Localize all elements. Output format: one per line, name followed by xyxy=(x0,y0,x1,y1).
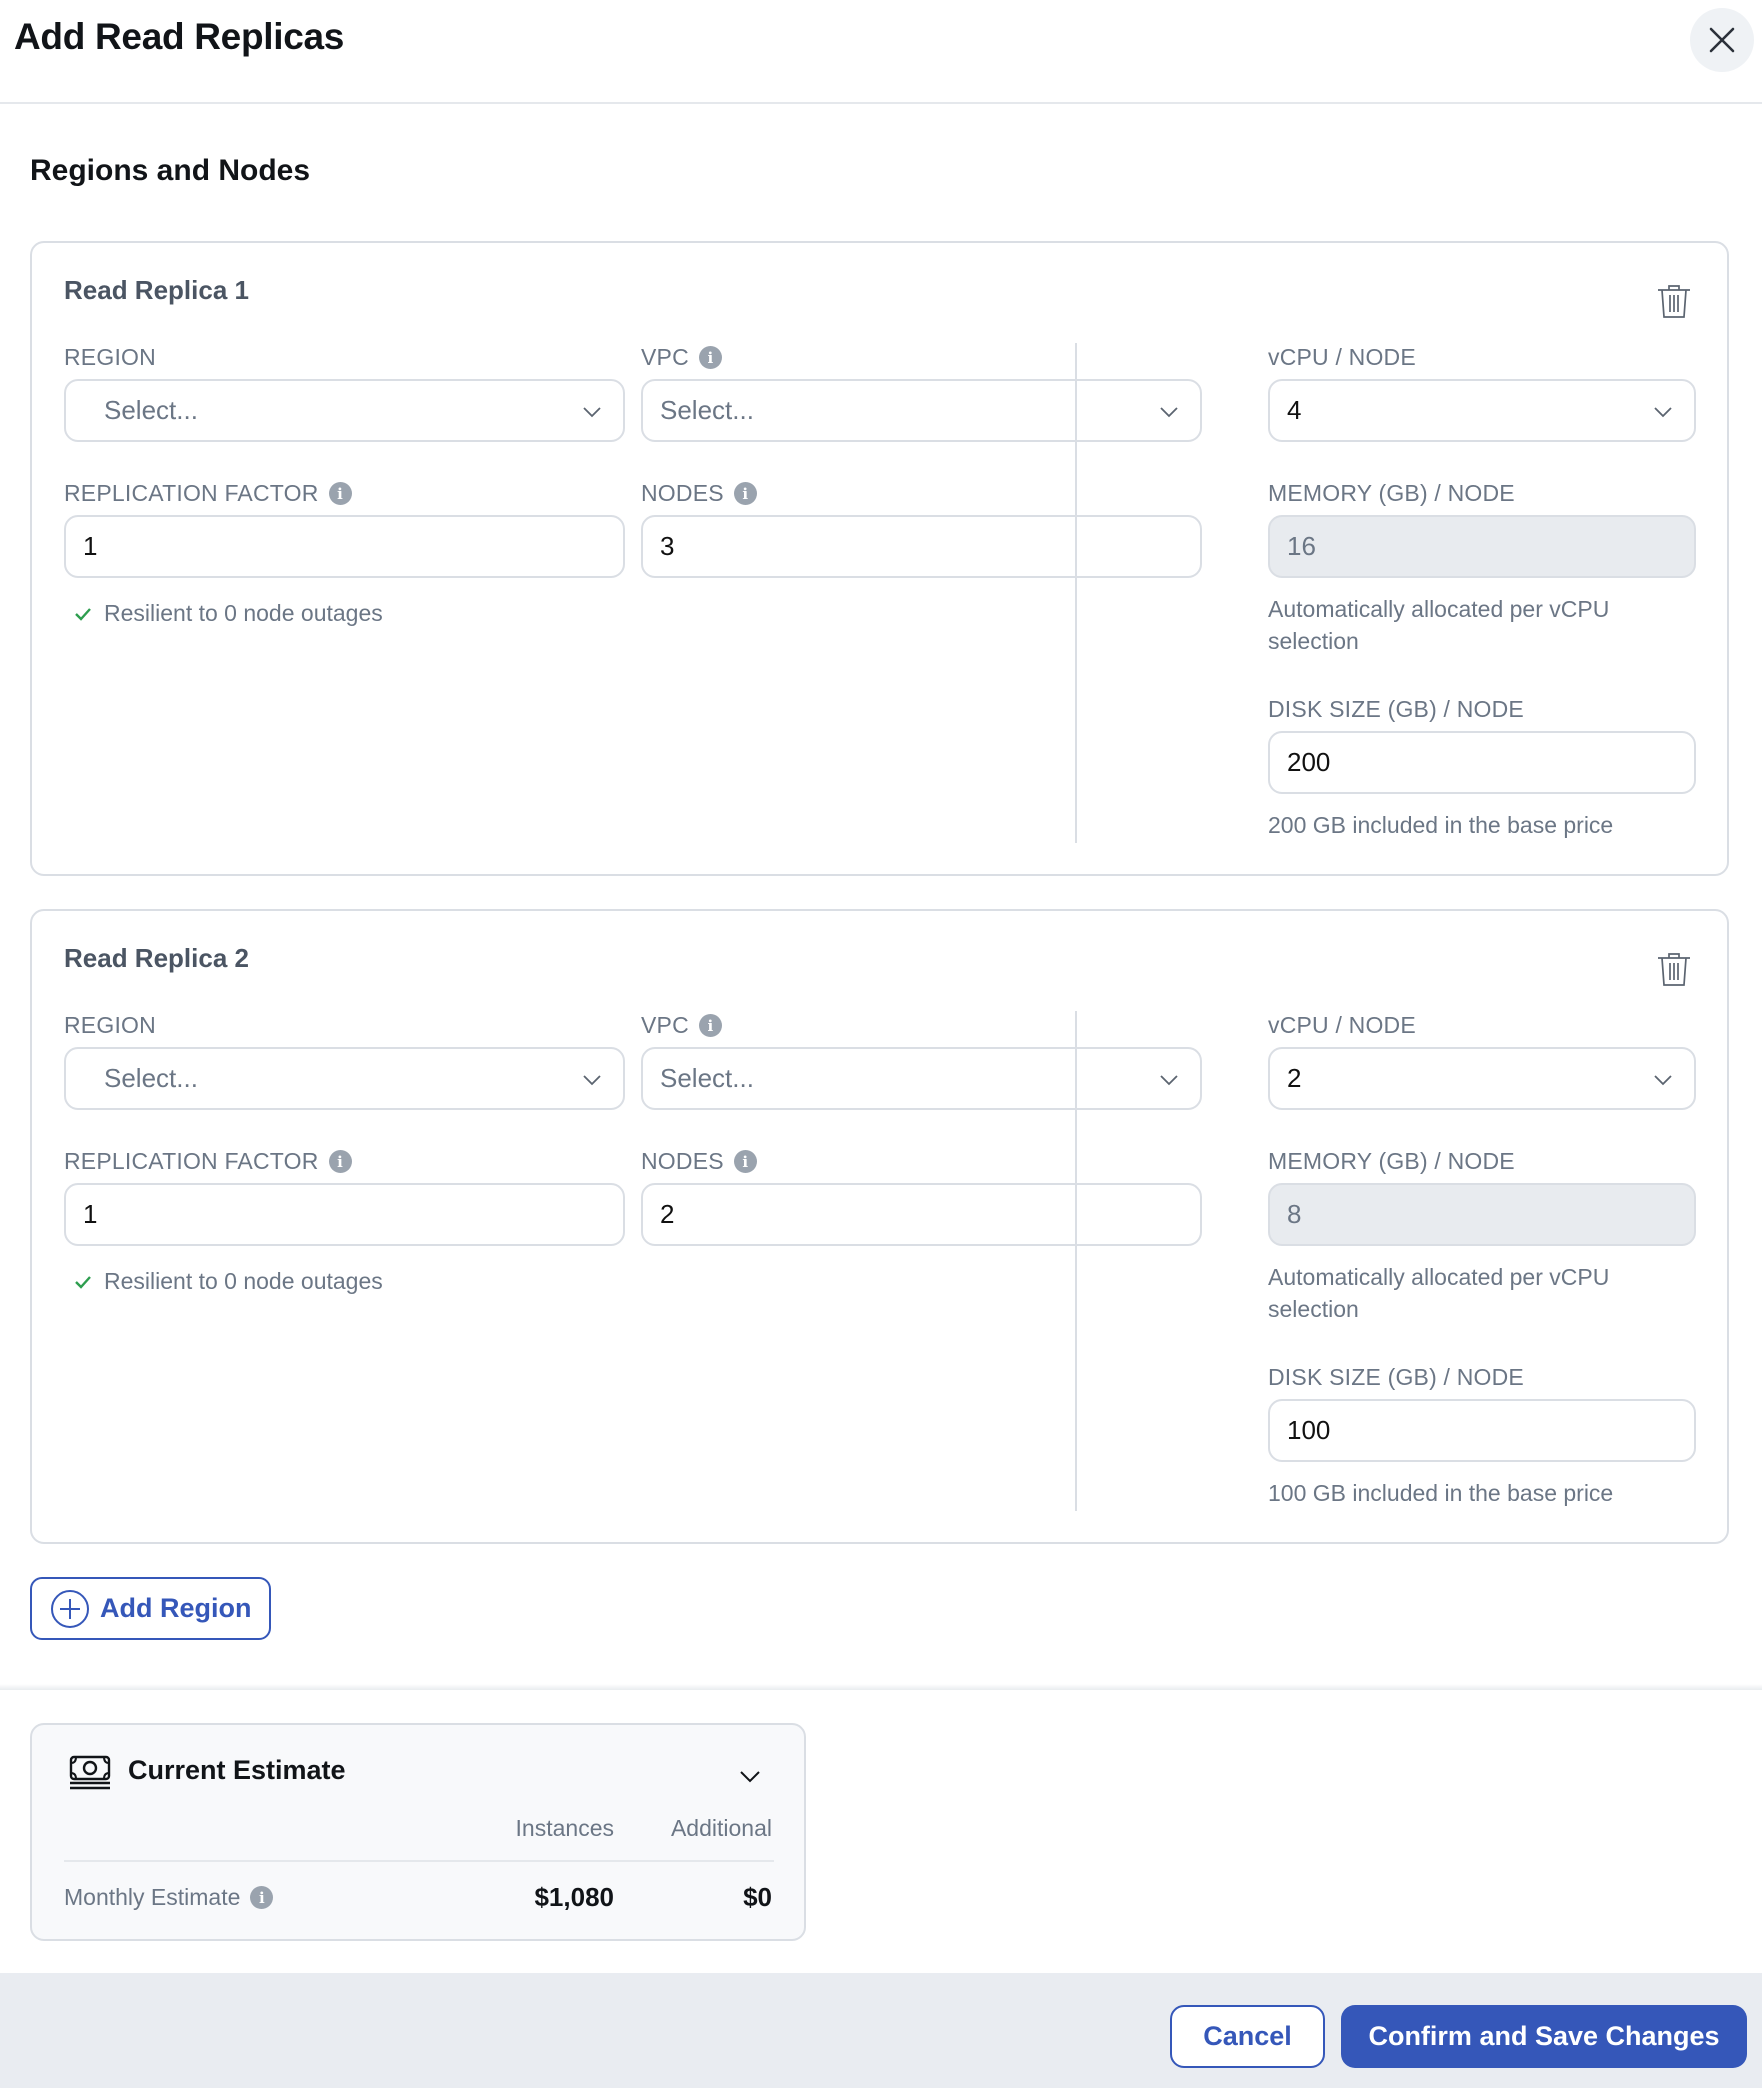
replica-title: Read Replica 2 xyxy=(64,943,249,973)
nodes-label: NODES i xyxy=(641,1148,757,1175)
replica-title: Read Replica 1 xyxy=(64,275,249,305)
vpc-label: VPC i xyxy=(641,344,722,371)
info-icon[interactable]: i xyxy=(733,1150,757,1173)
check-icon xyxy=(75,607,91,621)
info-icon[interactable]: i xyxy=(250,1886,274,1909)
chevron-down-icon xyxy=(583,1075,601,1086)
memory-label: MEMORY (GB) / NODE xyxy=(1268,480,1515,506)
cancel-button[interactable]: Cancel xyxy=(1170,2005,1325,2068)
section-title: Regions and Nodes xyxy=(30,154,311,187)
region-label: REGION xyxy=(64,344,156,370)
replication-factor-label: REPLICATION FACTOR i xyxy=(64,480,352,507)
disk-size-input[interactable]: 200 xyxy=(1268,731,1696,794)
col-header-additional: Additional xyxy=(670,1815,772,1841)
chevron-down-icon[interactable] xyxy=(738,1767,762,1787)
info-icon[interactable]: i xyxy=(328,482,352,505)
info-icon[interactable]: i xyxy=(328,1150,352,1173)
monthly-estimate-label: Monthly Estimate i xyxy=(64,1884,274,1911)
plus-circle-icon xyxy=(51,1589,89,1628)
nodes-input[interactable]: 3 xyxy=(641,515,1202,578)
disk-size-input[interactable]: 100 xyxy=(1268,1399,1696,1462)
trash-icon[interactable] xyxy=(1654,949,1694,989)
vpc-select[interactable]: Select... xyxy=(641,379,1202,442)
current-estimate-panel: Current Estimate Instances Additional Mo… xyxy=(30,1723,806,1941)
chevron-down-icon xyxy=(1160,407,1178,418)
memory-helper-text: Automatically allocated per vCPU selecti… xyxy=(1268,596,1610,654)
check-icon xyxy=(75,1275,91,1289)
replication-factor-input[interactable]: 1 xyxy=(64,1183,625,1246)
dialog-footer: Cancel Confirm and Save Changes xyxy=(0,1973,1762,2088)
col-header-instances: Instances xyxy=(515,1815,614,1841)
resilience-status: Resilient to 0 node outages xyxy=(74,600,383,627)
close-button[interactable] xyxy=(1690,8,1754,72)
chevron-down-icon xyxy=(1654,407,1672,418)
nodes-input[interactable]: 2 xyxy=(641,1183,1202,1246)
estimate-divider xyxy=(64,1860,774,1862)
memory-label: MEMORY (GB) / NODE xyxy=(1268,1148,1515,1174)
confirm-save-button[interactable]: Confirm and Save Changes xyxy=(1341,2005,1747,2068)
money-icon xyxy=(69,1755,111,1790)
vcpu-label: vCPU / NODE xyxy=(1268,1012,1416,1038)
instances-value: $1,080 xyxy=(534,1882,614,1912)
column-divider xyxy=(1075,1011,1077,1511)
info-icon[interactable]: i xyxy=(733,482,757,505)
disk-label: DISK SIZE (GB) / NODE xyxy=(1268,1364,1524,1390)
section-separator xyxy=(0,1684,1762,1690)
memory-field: 8 xyxy=(1268,1183,1696,1246)
read-replica-card: Read Replica 2 REGION Select... VPC i Sel… xyxy=(30,909,1729,1544)
replication-factor-input[interactable]: 1 xyxy=(64,515,625,578)
additional-value: $0 xyxy=(743,1882,772,1912)
add-region-button[interactable]: Add Region xyxy=(30,1577,271,1640)
nodes-label: NODES i xyxy=(641,480,757,507)
column-divider xyxy=(1075,343,1077,843)
chevron-down-icon xyxy=(1160,1075,1178,1086)
close-icon xyxy=(1709,27,1735,53)
dialog-title: Add Read Replicas xyxy=(14,16,345,57)
info-icon[interactable]: i xyxy=(698,1014,722,1037)
chevron-down-icon xyxy=(1654,1075,1672,1086)
region-select[interactable]: Select... xyxy=(64,379,625,442)
replication-factor-label: REPLICATION FACTOR i xyxy=(64,1148,352,1175)
region-label: REGION xyxy=(64,1012,156,1038)
chevron-down-icon xyxy=(583,407,601,418)
estimate-title: Current Estimate xyxy=(128,1755,346,1785)
vcpu-label: vCPU / NODE xyxy=(1268,344,1416,370)
region-select[interactable]: Select... xyxy=(64,1047,625,1110)
resilience-status: Resilient to 0 node outages xyxy=(74,1268,383,1295)
memory-helper-text: Automatically allocated per vCPU selecti… xyxy=(1268,1264,1610,1322)
disk-helper-text: 100 GB included in the base price xyxy=(1268,1480,1614,1506)
read-replica-card: Read Replica 1 REGION Select... VPC i Sel… xyxy=(30,241,1729,876)
vpc-select[interactable]: Select... xyxy=(641,1047,1202,1110)
disk-label: DISK SIZE (GB) / NODE xyxy=(1268,696,1524,722)
info-icon[interactable]: i xyxy=(698,346,722,369)
memory-field: 16 xyxy=(1268,515,1696,578)
dialog-header: Add Read Replicas xyxy=(0,0,1762,104)
vcpu-select[interactable]: 4 xyxy=(1268,379,1696,442)
trash-icon[interactable] xyxy=(1654,281,1694,321)
vpc-label: VPC i xyxy=(641,1012,722,1039)
disk-helper-text: 200 GB included in the base price xyxy=(1268,812,1614,838)
vcpu-select[interactable]: 2 xyxy=(1268,1047,1696,1110)
